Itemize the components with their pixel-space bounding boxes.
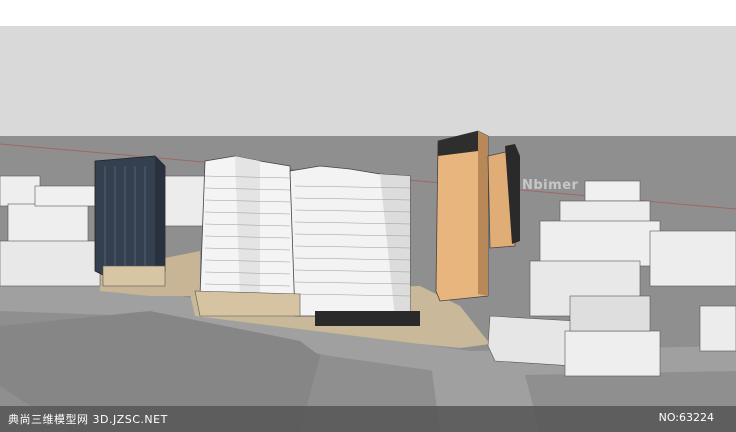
dark-entrance-frame [315,311,420,326]
top-white-band [0,0,736,26]
front-podium [194,290,301,317]
watermark-text: Nbimer [522,178,579,193]
sketchup-3d-scene [0,26,736,432]
model-viewport[interactable]: Nbimer 典尚三维模型网 3D.JZSC.NET NO:63224 [0,0,736,432]
footer-code: NO:63224 [658,411,714,424]
footer-brand: 典尚三维模型网 3D.JZSC.NET [8,413,168,426]
sky [0,26,736,136]
glass-tower [94,155,166,287]
